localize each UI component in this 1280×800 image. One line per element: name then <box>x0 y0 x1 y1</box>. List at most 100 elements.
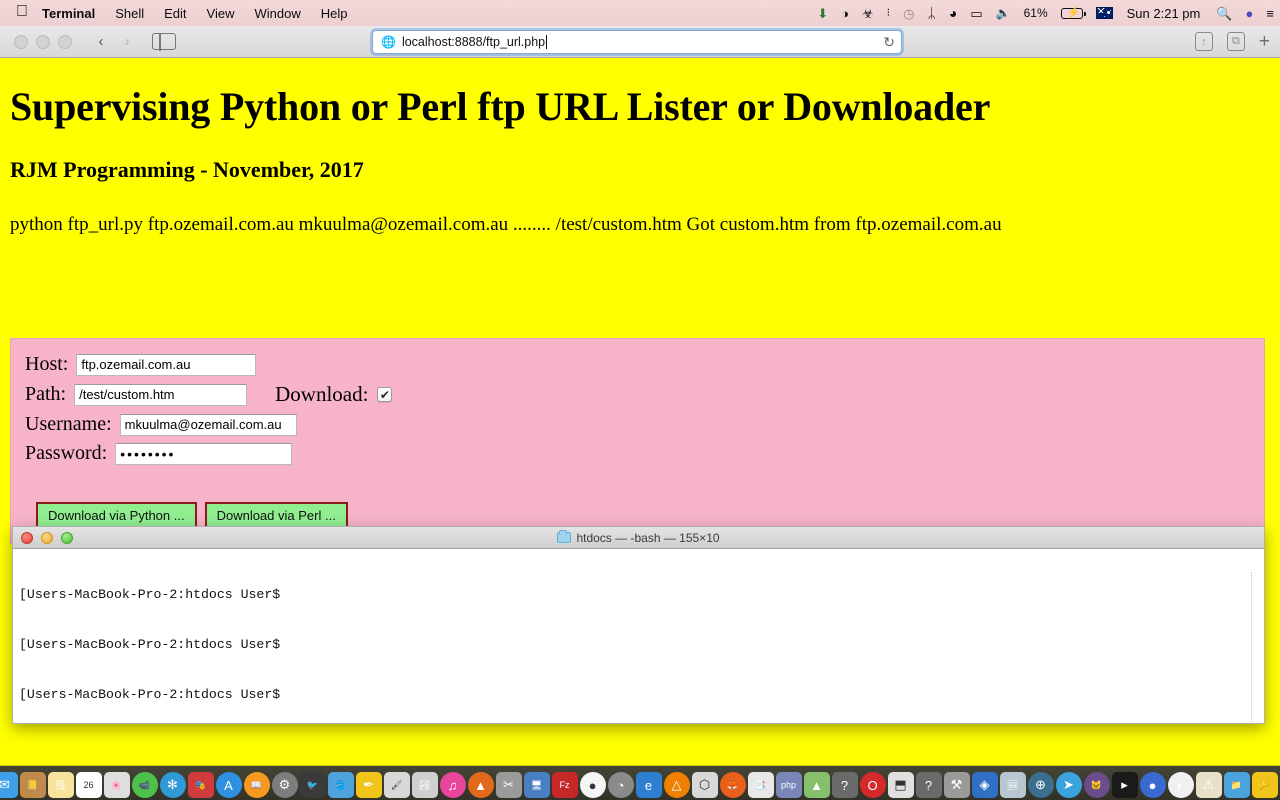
password-label: Password: <box>25 442 108 464</box>
window-traffic-lights[interactable] <box>14 34 72 49</box>
host-label: Host: <box>25 353 69 375</box>
contacts-icon[interactable]: 📒 <box>19 772 46 798</box>
github-icon[interactable]: 🐱 <box>1083 772 1110 798</box>
screenshot-icon[interactable]: ✂ <box>495 772 522 798</box>
opera-mini-icon[interactable]: ◔ <box>607 772 634 798</box>
mac-dock: 🙂📄◉🚀🧭✉📒🗒26🌸📹✻🎭A📖⚙🐦🪣✒🖌🏞♫▲✂🖥Fz●◔e△⬡🦊📑php▲?… <box>0 766 1280 800</box>
battery-icon[interactable]: ⚡ <box>1060 4 1086 22</box>
download-label: Download: <box>275 382 369 406</box>
photos-icon[interactable]: 🌸 <box>103 772 130 798</box>
menu-bar-clock[interactable]: Sun 2:21 pm <box>1127 6 1201 21</box>
airplay-display-icon[interactable]: ▭ <box>970 4 982 22</box>
paint-icon[interactable]: 🖌 <box>383 772 410 798</box>
visual-studio-icon[interactable]: ◈ <box>971 772 998 798</box>
terminal-title-bar[interactable]: htdocs — -bash — 155×10 <box>13 527 1264 549</box>
menu-item-terminal[interactable]: Terminal <box>42 6 95 21</box>
calendar-icon[interactable]: 26 <box>75 772 102 798</box>
color-wheel-icon[interactable]: ✻ <box>159 772 186 798</box>
airplay-audio-icon[interactable]: ◑ <box>841 4 849 22</box>
host-input[interactable] <box>76 353 257 376</box>
download-checkbox[interactable]: ✔ <box>377 387 393 402</box>
wifi-icon[interactable]: ◕ <box>949 4 957 22</box>
dots-icon[interactable]: ⁝ <box>887 4 891 22</box>
swift-icon[interactable]: ➤ <box>1055 772 1082 798</box>
opera-icon[interactable]: O <box>859 772 886 798</box>
display-icon[interactable]: 🖥 <box>523 772 550 798</box>
browser-toolbar: ‹ › 🌐 localhost:8888/ftp_url.php ↻ ↑ ⧉ + <box>0 26 1280 58</box>
globe-icon: 🌐 <box>381 35 396 49</box>
terminal-output[interactable]: [Users-MacBook-Pro-2:htdocs User$ [Users… <box>13 549 1264 723</box>
terminal-window[interactable]: htdocs — -bash — 155×10 [Users-MacBook-P… <box>12 526 1265 724</box>
explorer-icon[interactable]: e <box>635 772 662 798</box>
cube-icon[interactable]: ⬡ <box>691 772 718 798</box>
reader-icon[interactable]: 📑 <box>747 772 774 798</box>
command-output-text: python ftp_url.py ftp.ozemail.com.au mku… <box>10 214 1002 235</box>
filezilla-icon[interactable]: Fz <box>551 772 578 798</box>
menu-item-help[interactable]: Help <box>321 6 348 21</box>
facetime-icon[interactable]: 📹 <box>131 772 158 798</box>
bluetooth-icon[interactable]: ᛦ <box>927 4 935 22</box>
address-bar[interactable]: 🌐 localhost:8888/ftp_url.php ↻ <box>372 30 902 54</box>
balloons-icon[interactable]: ● <box>1139 772 1166 798</box>
terminal-icon[interactable]: ▸ <box>1111 772 1138 798</box>
australian-flag-icon[interactable] <box>1095 4 1113 22</box>
textedit-icon[interactable]: ✒ <box>355 772 382 798</box>
username-input[interactable] <box>119 413 297 436</box>
notification-center-icon[interactable]: ≡ <box>1266 4 1274 22</box>
sidebar-icon[interactable] <box>152 32 176 51</box>
username-label: Username: <box>25 413 112 435</box>
photobooth-icon[interactable]: 🎭 <box>187 772 214 798</box>
preview-icon[interactable]: 🏞 <box>411 772 438 798</box>
search-icon[interactable]: 🔍 <box>1216 4 1232 22</box>
password-input[interactable] <box>115 442 293 465</box>
show-tabs-icon[interactable]: ⧉ <box>1226 32 1245 51</box>
menu-item-view[interactable]: View <box>207 6 235 21</box>
download-icon[interactable]: ⬇ <box>817 4 828 22</box>
unknown-app-icon[interactable]: ? <box>831 772 858 798</box>
box-icon[interactable]: ⬒ <box>887 772 914 798</box>
inkscape-icon[interactable]: ◐ <box>1167 772 1194 798</box>
terminal-scrollbar[interactable] <box>1251 572 1263 722</box>
android-studio-icon[interactable]: ▲ <box>803 772 830 798</box>
mail-icon[interactable]: ✉ <box>0 772 18 798</box>
php-icon[interactable]: php <box>775 772 802 798</box>
siri-icon[interactable]: ● <box>1246 4 1254 22</box>
page-title: Supervising Python or Perl ftp URL Liste… <box>10 84 991 129</box>
key-icon[interactable]: 🔑 <box>1251 772 1278 798</box>
globe-grid-icon[interactable]: ⊕ <box>1027 772 1054 798</box>
unknown-app2-icon[interactable]: ? <box>915 772 942 798</box>
ftp-form-panel: Host: Path: Download: ✔ Username: Passwo… <box>10 338 1265 544</box>
reload-icon[interactable]: ↻ <box>883 34 895 51</box>
zoom-button[interactable] <box>58 34 72 49</box>
image-viewer-icon[interactable]: 🖼 <box>999 772 1026 798</box>
vlc-alt-icon[interactable]: ▲ <box>467 772 494 798</box>
firefox-icon[interactable]: 🦊 <box>719 772 746 798</box>
apple-logo-icon[interactable]:  <box>16 4 28 20</box>
app-store-icon[interactable]: A <box>215 772 242 798</box>
bug-icon[interactable]: ☣ <box>862 4 874 22</box>
system-prefs-icon[interactable]: ⚙ <box>271 772 298 798</box>
clock-icon[interactable]: ◷ <box>903 4 914 22</box>
minimize-button[interactable] <box>36 34 50 49</box>
bird-icon[interactable]: 🐦 <box>299 772 326 798</box>
itunes-icon[interactable]: ♫ <box>439 772 466 798</box>
vlc-icon[interactable]: △ <box>663 772 690 798</box>
back-button[interactable]: ‹ <box>88 32 114 52</box>
close-button[interactable] <box>14 34 28 49</box>
terminal-line: [Users-MacBook-Pro-2:htdocs User$ <box>19 636 281 652</box>
menu-item-shell[interactable]: Shell <box>115 6 144 21</box>
tool-icon[interactable]: ⚒ <box>943 772 970 798</box>
downloads-folder-icon[interactable]: 📁 <box>1223 772 1250 798</box>
menu-item-window[interactable]: Window <box>255 6 301 21</box>
forward-button[interactable]: › <box>114 32 140 52</box>
new-tab-icon[interactable]: + <box>1259 32 1270 51</box>
ipaint-icon[interactable]: 🪣 <box>327 772 354 798</box>
notes-icon[interactable]: 🗒 <box>47 772 74 798</box>
volume-icon[interactable]: 🔈 <box>996 4 1011 22</box>
share-icon[interactable]: ↑ <box>1194 32 1213 51</box>
ibooks-icon[interactable]: 📖 <box>243 772 270 798</box>
menu-item-edit[interactable]: Edit <box>164 6 186 21</box>
warning-doc-icon[interactable]: ⚠ <box>1195 772 1222 798</box>
chrome-icon[interactable]: ● <box>579 772 606 798</box>
path-input[interactable] <box>74 383 248 406</box>
